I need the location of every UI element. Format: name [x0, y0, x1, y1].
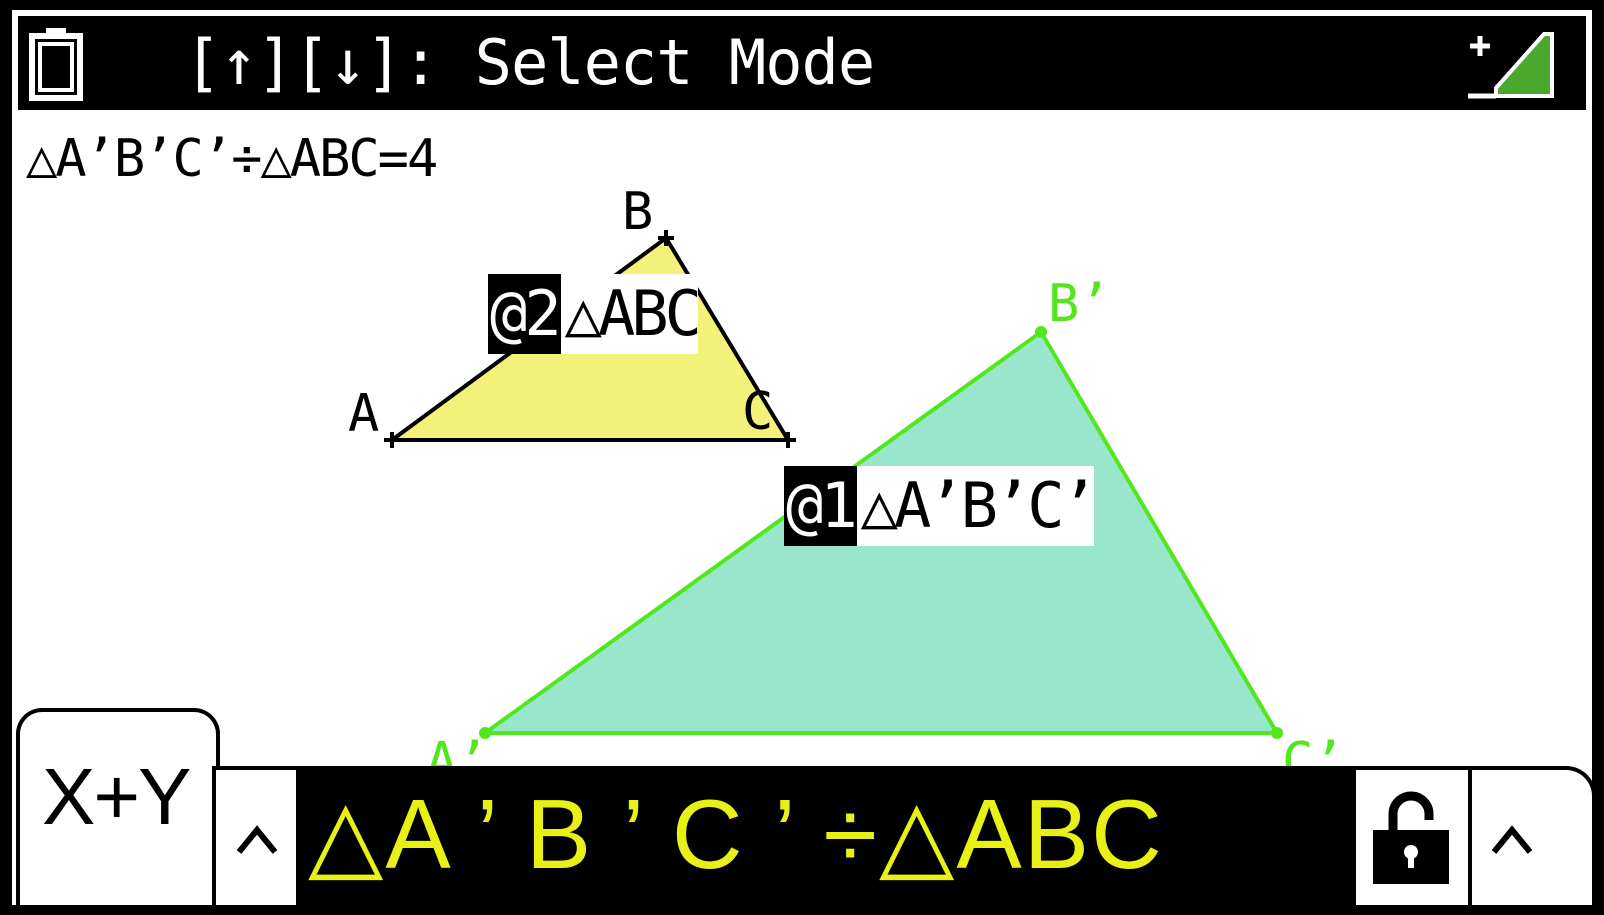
lock-button[interactable]	[1356, 770, 1466, 905]
expression-field[interactable]: △A ’ B ’ C ’ ÷△ABC	[296, 770, 1356, 905]
triangle-a-prime-name: △A’B’C’	[860, 469, 1098, 542]
caret-up-icon	[236, 824, 278, 854]
geometry-canvas[interactable]	[12, 10, 1592, 770]
triangle-abc-label[interactable]: @2 △ABC	[488, 274, 702, 354]
point-b-prime[interactable]	[1035, 326, 1047, 338]
expression-bar-end	[1548, 766, 1592, 905]
triangle-abc-name: △ABC	[564, 277, 702, 350]
expand-right-button[interactable]	[1468, 770, 1552, 905]
xy-tab[interactable]: X+Y	[16, 708, 220, 905]
expand-left-button[interactable]	[212, 770, 298, 905]
xy-tab-label: X+Y	[42, 752, 191, 841]
triangle-a-prime-b-prime-c-prime-label[interactable]: @1 △A’B’C’	[784, 466, 1098, 546]
label-point-b: B	[622, 182, 654, 242]
label-point-b-prime: B’	[1048, 274, 1111, 334]
label-point-a: A	[348, 384, 380, 444]
unlocked-padlock-icon	[1373, 791, 1449, 884]
triangle-abc-order-badge: @2	[488, 274, 562, 354]
label-point-c: C	[742, 382, 774, 442]
expression-text: △A ’ B ’ C ’ ÷△ABC	[308, 779, 1164, 889]
triangle-a-prime-order-badge: @1	[784, 466, 858, 546]
calculator-screen: [↑][↓]: Select Mode △A’B’C’÷△ABC=4 B A C…	[12, 10, 1592, 905]
caret-up-icon	[1491, 824, 1533, 854]
expression-bar: △A ’ B ’ C ’ ÷△ABC	[212, 766, 1552, 905]
